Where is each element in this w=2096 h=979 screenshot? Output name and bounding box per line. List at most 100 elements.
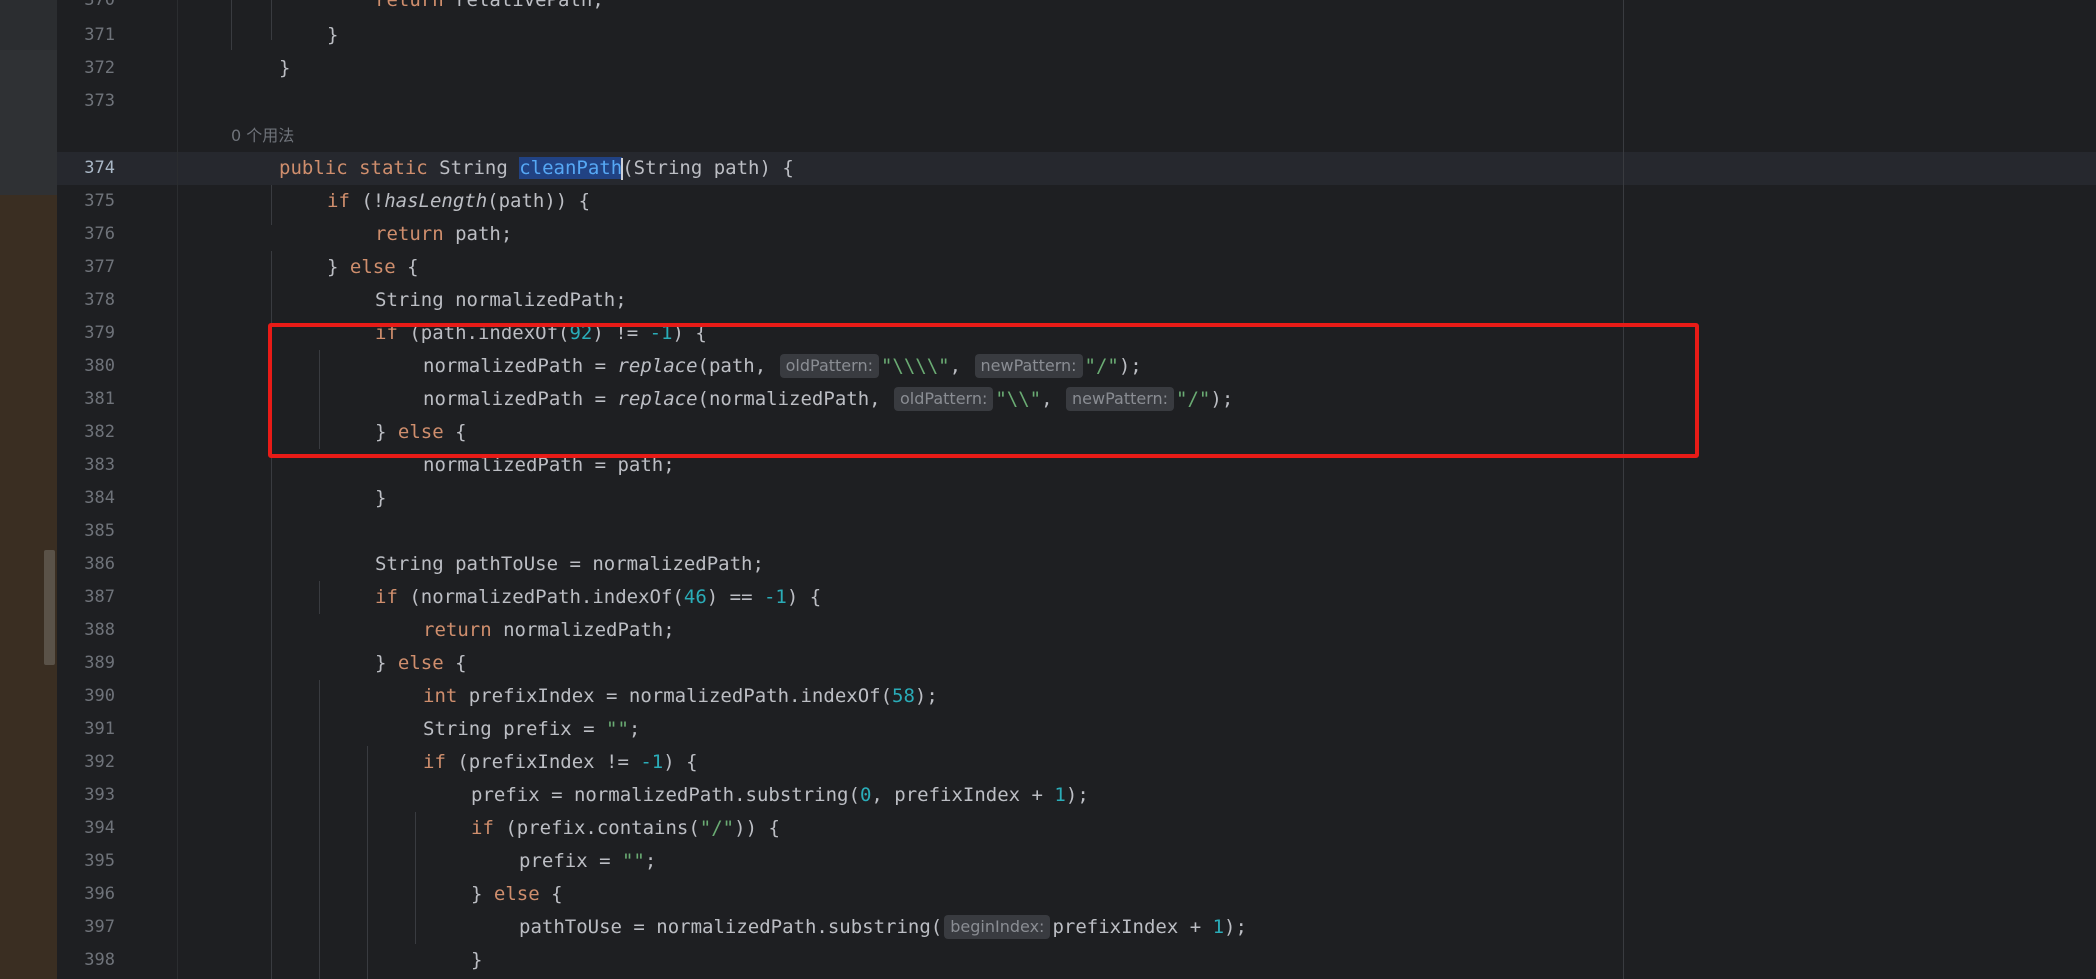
code-line[interactable]: 390 int prefixIndex = normalizedPath.inde… [57,680,2096,713]
code-token: (path)) { [487,190,591,212]
code-token: (! [349,190,385,212]
code-text[interactable]: return normalizedPath; [423,614,675,647]
code-token: path; [443,223,513,245]
line-number[interactable]: 388 [57,614,115,647]
code-token: 1 [1054,784,1066,806]
code-text[interactable]: int prefixIndex = normalizedPath.indexOf… [423,680,938,713]
scrollbar-thumb[interactable] [44,550,55,665]
line-number[interactable]: 371 [57,19,115,52]
line-number[interactable]: 389 [57,647,115,680]
code-line[interactable]: 371} [57,19,2096,52]
code-text[interactable]: } else { [327,251,419,284]
line-number[interactable]: 376 [57,218,115,251]
usage-count-hint[interactable]: 0 个用法 [231,119,294,152]
code-text[interactable]: public static String cleanPath(String pa… [279,152,794,185]
code-text[interactable]: if (prefix.contains("/")) { [471,812,780,845]
line-number[interactable]: 372 [57,52,115,85]
code-line[interactable]: 388 return normalizedPath; [57,614,2096,647]
code-text[interactable]: String prefix = ""; [423,713,640,746]
code-line[interactable]: 391 String prefix = ""; [57,713,2096,746]
code-text[interactable]: pathToUse = normalizedPath.substring(beg… [519,911,1247,944]
code-line[interactable]: 373 [57,85,2096,118]
code-line[interactable]: 397 pathToUse = normalizedPath.substring(… [57,911,2096,944]
line-number[interactable]: 395 [57,845,115,878]
code-token: return [375,0,444,11]
code-token: } [327,256,350,278]
code-token: ) { [786,586,822,608]
code-line[interactable]: 374 public static String cleanPath(String… [57,152,2096,185]
line-number[interactable]: 391 [57,713,115,746]
code-token: } [327,24,339,46]
code-line[interactable]: 396 } else { [57,878,2096,911]
line-number[interactable]: 393 [57,779,115,812]
code-text[interactable]: if (normalizedPath.indexOf(46) == -1) { [375,581,821,614]
code-token: return [375,223,444,245]
code-text[interactable]: } else { [375,647,467,680]
code-line[interactable]: 398} [57,944,2096,977]
code-text[interactable]: } else { [471,878,563,911]
code-token: } [375,487,387,509]
code-text[interactable]: if (!hasLength(path)) { [327,185,590,218]
line-number[interactable]: 377 [57,251,115,284]
line-number[interactable]: 370 [57,0,115,17]
line-number[interactable]: 380 [57,350,115,383]
code-token: } [375,652,398,674]
code-line[interactable]: 393 prefix = normalizedPath.substring(0, … [57,779,2096,812]
code-token: String [439,157,520,179]
line-number[interactable]: 381 [57,383,115,416]
line-number[interactable]: 383 [57,449,115,482]
line-number[interactable]: 374 [57,152,115,185]
code-line[interactable]: 386 String pathToUse = normalizedPath; [57,548,2096,581]
line-number[interactable]: 373 [57,85,115,118]
code-text[interactable]: } [327,19,338,52]
code-editor[interactable]: 0 个用法 370 return relativePath; 371} 372} 373… [57,0,2096,979]
code-text[interactable]: } [471,944,482,977]
code-token: ); [1065,784,1089,806]
line-number[interactable]: 392 [57,746,115,779]
code-line[interactable]: 389 } else { [57,647,2096,680]
code-token: int [423,685,458,707]
code-line[interactable]: 376 return path; [57,218,2096,251]
code-line[interactable]: 395 prefix = ""; [57,845,2096,878]
code-token: (prefixIndex != [445,751,641,773]
code-line[interactable]: 392 if (prefixIndex != -1) { [57,746,2096,779]
code-line[interactable]: 384} [57,482,2096,515]
line-number[interactable]: 394 [57,812,115,845]
line-number[interactable]: 386 [57,548,115,581]
code-line[interactable]: 372} [57,52,2096,85]
code-text[interactable]: String normalizedPath; [375,284,627,317]
line-number[interactable]: 397 [57,911,115,944]
code-line[interactable]: 375 if (!hasLength(path)) { [57,185,2096,218]
code-text[interactable]: String pathToUse = normalizedPath; [375,548,764,581]
code-text[interactable]: if (prefixIndex != -1) { [423,746,698,779]
line-number[interactable]: 375 [57,185,115,218]
code-token: (prefix.contains( [493,817,700,839]
line-number[interactable]: 396 [57,878,115,911]
code-token: String pathToUse = normalizedPath; [375,553,764,575]
code-token: else [493,883,540,905]
line-number[interactable]: 398 [57,944,115,977]
code-text[interactable]: } [375,482,386,515]
line-number[interactable]: 390 [57,680,115,713]
line-number[interactable]: 385 [57,515,115,548]
code-token: prefix = normalizedPath.substring( [471,784,860,806]
line-number[interactable]: 378 [57,284,115,317]
code-text[interactable]: prefix = ""; [519,845,656,878]
code-text[interactable]: return relativePath; [375,0,604,17]
line-number[interactable]: 379 [57,317,115,350]
code-line[interactable]: 385 [57,515,2096,548]
code-line[interactable]: 377 } else { [57,251,2096,284]
line-number[interactable]: 387 [57,581,115,614]
line-number[interactable]: 382 [57,416,115,449]
line-number[interactable]: 384 [57,482,115,515]
code-line[interactable]: 394 if (prefix.contains("/")) { [57,812,2096,845]
code-line[interactable]: 370 return relativePath; [57,0,2096,17]
code-line[interactable]: 378 String normalizedPath; [57,284,2096,317]
code-token: (String path) { [622,157,794,179]
code-token: String prefix = [423,718,607,740]
code-line[interactable]: 387 if (normalizedPath.indexOf(46) == -1)… [57,581,2096,614]
indent-guide [231,0,232,50]
code-text[interactable]: } [279,52,290,85]
code-text[interactable]: prefix = normalizedPath.substring(0, pre… [471,779,1089,812]
code-text[interactable]: return path; [375,218,512,251]
